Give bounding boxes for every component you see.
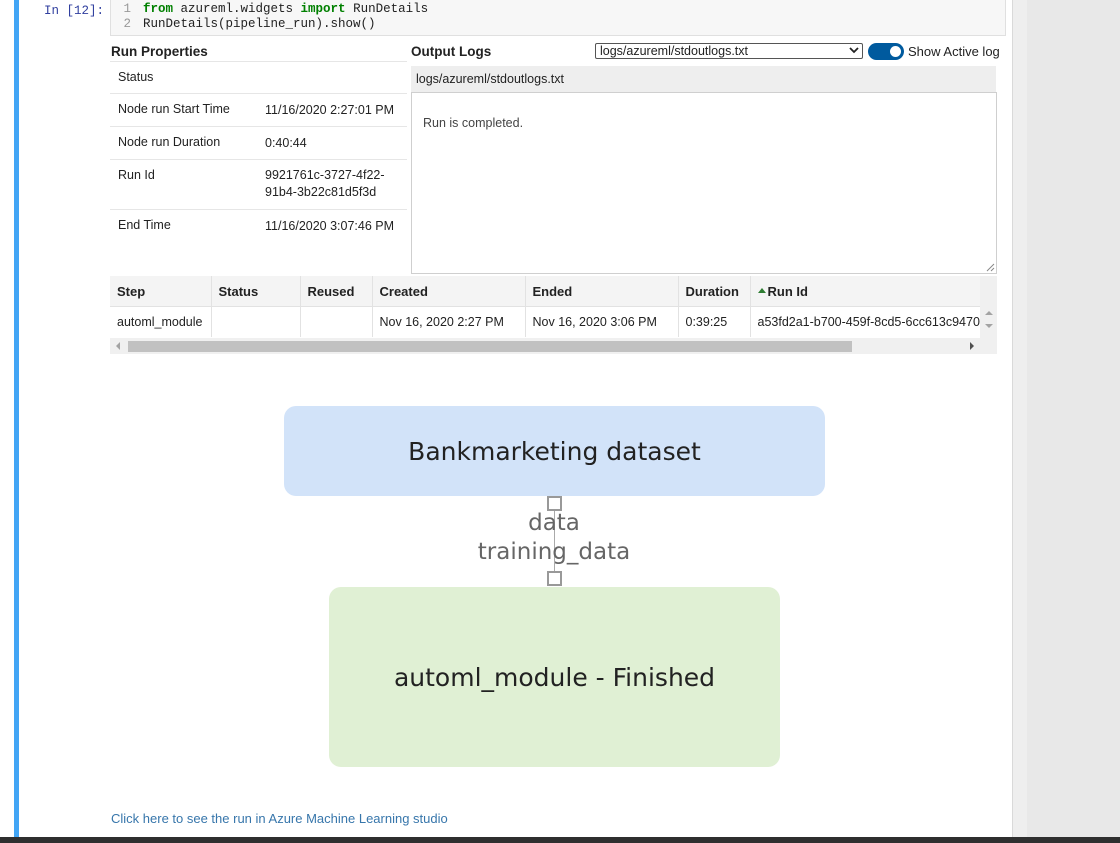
cell-ended: Nov 16, 2020 3:06 PM [525, 306, 679, 337]
gutter-background [1027, 0, 1120, 843]
col-header-run-id-label: Run Id [767, 283, 808, 299]
steps-table: Step Status Reused Created Ended Duratio… [110, 276, 988, 337]
cell-reused [300, 306, 373, 337]
col-header-ended[interactable]: Ended [525, 276, 679, 307]
steps-header-row: Step Status Reused Created Ended Duratio… [110, 276, 988, 307]
show-active-log-toggle[interactable] [868, 43, 904, 60]
bottom-status-bar [0, 837, 1120, 843]
scroll-up-icon[interactable] [985, 311, 993, 315]
output-logs-title: Output Logs [411, 44, 492, 59]
cell-prompt: In [12]: [44, 4, 105, 18]
vertical-scrollbar[interactable] [980, 276, 997, 354]
col-header-created[interactable]: Created [372, 276, 526, 307]
run-properties-table: Status Node run Start Time 11/16/2020 2:… [110, 61, 407, 242]
log-file-select[interactable]: logs/azureml/stdoutlogs.txt [595, 43, 863, 59]
prop-key: Node run Start Time [118, 102, 230, 116]
col-header-step[interactable]: Step [110, 276, 212, 307]
scroll-right-icon[interactable] [970, 342, 974, 350]
run-id-part-1: 9921761c-3727-4f22- [265, 168, 385, 182]
prop-value: 0:40:44 [265, 136, 307, 150]
scroll-down-icon[interactable] [985, 324, 993, 328]
col-header-status[interactable]: Status [211, 276, 301, 307]
code-text: RunDetails(pipeline_run).show() [143, 17, 376, 31]
prop-row-end-time: End Time 11/16/2020 3:07:46 PM [110, 209, 407, 242]
prop-row-duration: Node run Duration 0:40:44 [110, 126, 407, 159]
cell-created: Nov 16, 2020 2:27 PM [372, 306, 526, 337]
code-keyword: import [300, 2, 346, 16]
col-header-duration[interactable]: Duration [678, 276, 751, 307]
prop-value: 11/16/2020 2:27:01 PM [265, 103, 395, 117]
dag-node-dataset[interactable]: Bankmarketing dataset [284, 406, 825, 496]
table-row[interactable]: automl_module Nov 16, 2020 2:27 PM Nov 1… [110, 306, 988, 337]
code-cell-editor[interactable]: 1 from azureml.widgets import RunDetails … [110, 0, 1006, 36]
selected-cell-indicator [14, 0, 19, 843]
prop-key: Run Id [118, 168, 155, 182]
cell-duration: 0:39:25 [678, 306, 751, 337]
col-header-reused[interactable]: Reused [300, 276, 373, 307]
prop-key: Status [118, 70, 154, 84]
gutter-divider [1012, 0, 1013, 843]
scrollbar-thumb[interactable] [128, 341, 852, 352]
edge-output-label: data [528, 510, 580, 536]
prop-value: 9921761c-3727-4f22- 91b4-3b22c81d5f3d [265, 167, 405, 201]
azure-ml-studio-link[interactable]: Click here to see the run in Azure Machi… [111, 811, 448, 826]
log-output-textarea[interactable]: Run is completed. [411, 92, 997, 274]
input-port[interactable] [547, 571, 562, 586]
sort-ascending-icon [757, 287, 766, 293]
code-text: RunDetails [345, 2, 429, 16]
code-line-1: 1 from azureml.widgets import RunDetails [111, 2, 428, 16]
chevron-down-icon [849, 47, 859, 54]
run-id-part-2: 91b4-3b22c81d5f3d [265, 185, 377, 199]
log-content: Run is completed. [423, 116, 524, 130]
prop-value: 11/16/2020 3:07:46 PM [265, 219, 395, 233]
dag-node-label: Bankmarketing dataset [408, 436, 701, 466]
edge-input-label: training_data [477, 539, 631, 565]
code-keyword: from [143, 2, 174, 16]
run-properties-title: Run Properties [111, 44, 208, 59]
prop-row-start-time: Node run Start Time 11/16/2020 2:27:01 P… [110, 93, 407, 126]
cell-status [211, 306, 301, 337]
scroll-left-icon[interactable] [116, 342, 120, 350]
prop-key: End Time [118, 218, 171, 232]
log-header: logs/azureml/stdoutlogs.txt [411, 66, 996, 92]
line-number: 1 [123, 2, 131, 16]
code-line-2: 2 RunDetails(pipeline_run).show() [111, 17, 376, 31]
prop-row-run-id: Run Id 9921761c-3727-4f22- 91b4-3b22c81d5… [110, 159, 407, 209]
code-text: azureml.widgets [173, 2, 301, 16]
dag-node-automl-module[interactable]: automl_module - Finished [329, 587, 780, 767]
line-number: 2 [123, 17, 131, 31]
dag-node-label: automl_module - Finished [393, 662, 716, 692]
steps-table-container: Step Status Reused Created Ended Duratio… [110, 276, 997, 356]
prop-row-status: Status [110, 61, 407, 93]
notebook-right-gutter [1012, 0, 1120, 843]
cell-run-id: a53fd2a1-b700-459f-8cd5-6cc613c9470 [750, 306, 988, 337]
show-active-log-label: Show Active log [908, 44, 1000, 59]
col-header-run-id[interactable]: Run Id [750, 276, 988, 307]
toggle-knob [890, 46, 901, 57]
cell-step: automl_module [110, 306, 212, 337]
prop-key: Node run Duration [118, 135, 221, 149]
log-file-selected: logs/azureml/stdoutlogs.txt [600, 44, 748, 58]
horizontal-scrollbar[interactable] [110, 338, 980, 354]
resize-handle-icon[interactable] [986, 263, 995, 272]
output-port[interactable] [547, 496, 562, 511]
